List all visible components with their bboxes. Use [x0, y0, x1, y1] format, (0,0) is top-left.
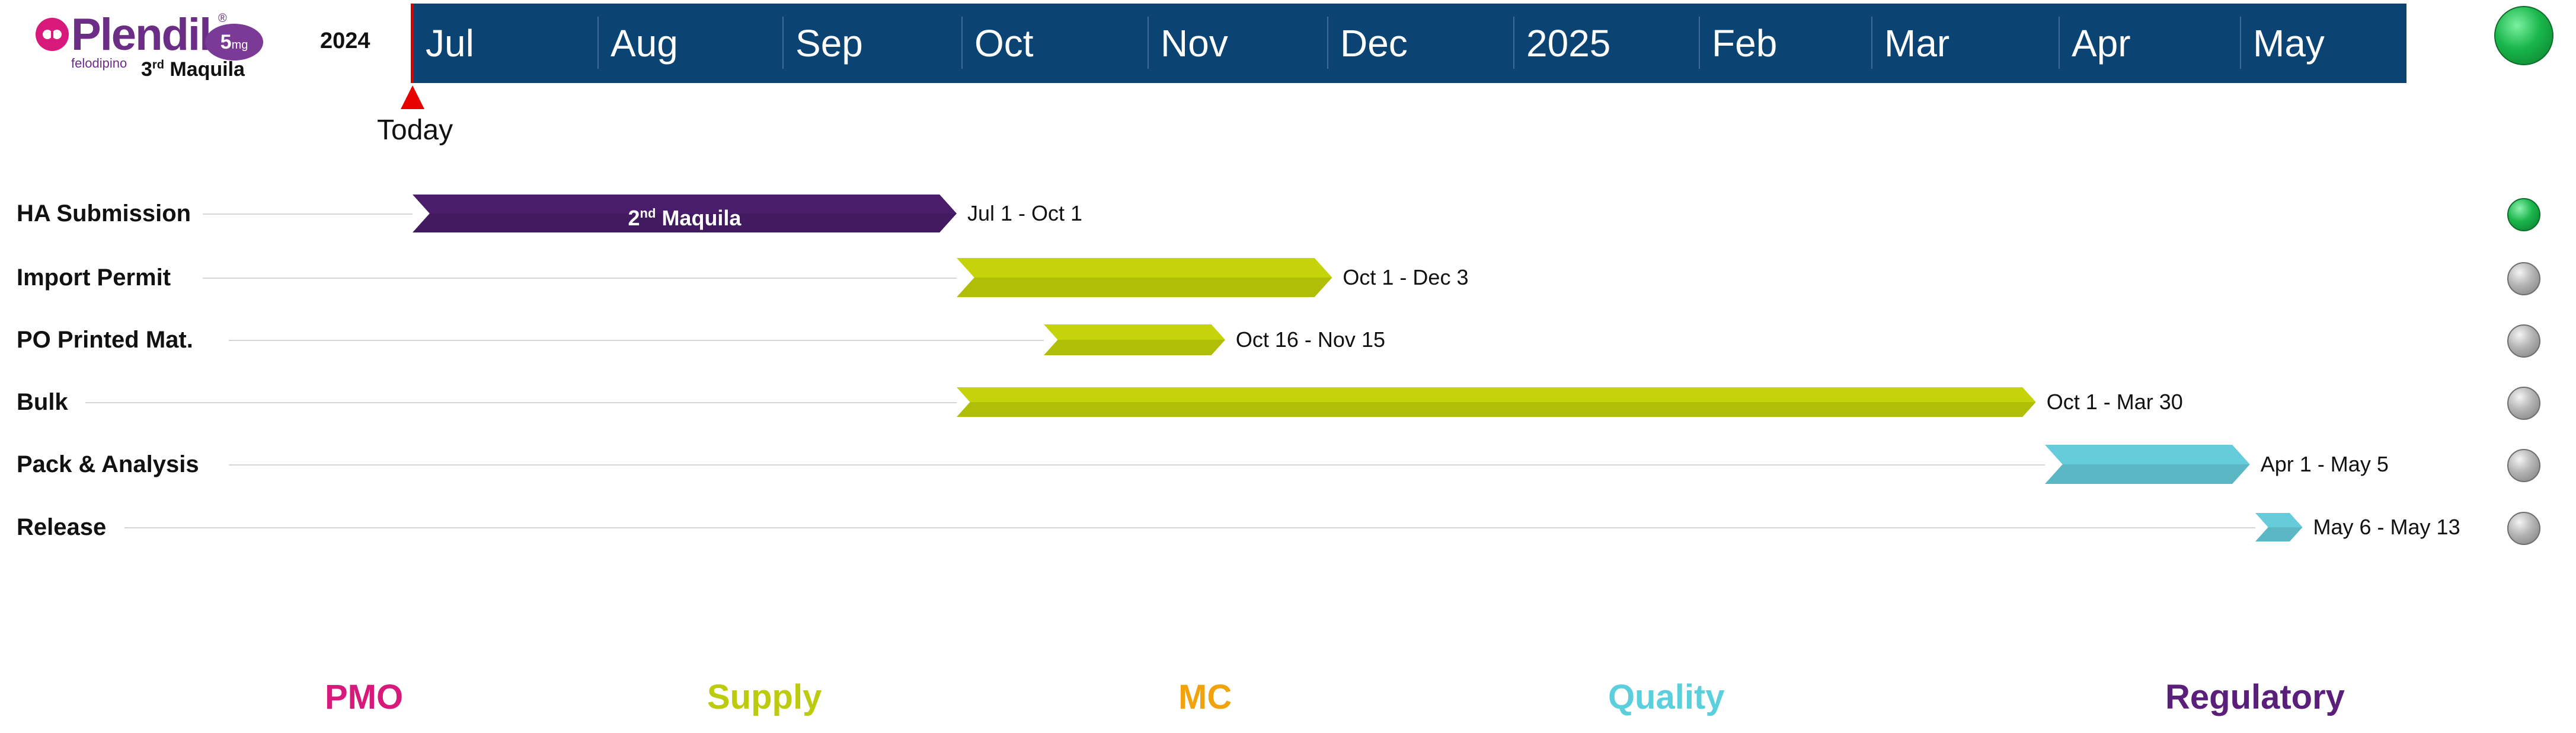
task-date-range: Oct 1 - Mar 30 — [2046, 390, 2183, 414]
month-separator — [2240, 17, 2241, 69]
month-separator — [1513, 17, 1514, 69]
month-separator — [961, 17, 963, 69]
task-bar[interactable] — [957, 387, 2036, 417]
task-bar[interactable] — [1043, 324, 1225, 355]
task-bar[interactable]: 2nd Maquila — [413, 195, 957, 232]
task-status-indicator — [2507, 324, 2540, 358]
month-label: 2025 — [1526, 22, 1611, 65]
legend-item-quality: Quality — [1608, 678, 1725, 716]
task-status-indicator — [2507, 198, 2540, 231]
month-separator — [1148, 17, 1149, 69]
dose-badge: 5mg — [205, 24, 263, 60]
task-date-range: Apr 1 - May 5 — [2260, 452, 2389, 476]
task-label: PO Printed Mat. — [17, 327, 193, 353]
task-label: HA Submission — [17, 200, 191, 227]
today-label: Today — [377, 114, 453, 146]
row-guide-line — [229, 340, 1044, 341]
brand-mark-icon — [36, 18, 69, 51]
month-separator — [1699, 17, 1700, 69]
task-bar-chevron — [1043, 324, 1225, 355]
task-bar-chevron — [957, 258, 1332, 297]
maquila-label: 3rd Maquila — [141, 58, 245, 81]
task-bar[interactable] — [957, 258, 1332, 297]
task-bar-chevron — [957, 387, 2036, 417]
bar-label-word: Maquila — [656, 206, 742, 230]
month-label: Nov — [1161, 22, 1228, 65]
legend-item-supply: Supply — [707, 678, 822, 716]
month-label: Mar — [1884, 22, 1950, 65]
month-timeline-band: Jul Aug Sep Oct Nov Dec 2025 Feb Mar Apr May — [413, 4, 2406, 83]
month-separator — [2059, 17, 2060, 69]
today-arrow-icon — [401, 85, 424, 109]
task-bar-chevron — [2045, 445, 2250, 484]
logo-registered-mark: ® — [218, 12, 227, 25]
task-status-indicator — [2507, 449, 2540, 482]
overall-status-indicator — [2494, 6, 2553, 65]
legend-item-pmo: PMO — [325, 678, 404, 716]
dose-value: 5 — [220, 31, 232, 53]
task-date-range: May 6 - May 13 — [2313, 515, 2460, 539]
month-separator — [1871, 17, 1872, 69]
year-label: 2024 — [320, 28, 370, 53]
month-label: Aug — [611, 22, 678, 65]
month-label: Feb — [1712, 22, 1778, 65]
task-label: Pack & Analysis — [17, 451, 199, 477]
month-label: May — [2253, 22, 2325, 65]
month-label: Apr — [2072, 22, 2131, 65]
row-guide-line — [203, 213, 413, 215]
task-bar[interactable] — [2255, 513, 2303, 541]
task-date-range: Jul 1 - Oct 1 — [967, 201, 1083, 225]
today-marker-line — [411, 4, 414, 83]
task-label: Import Permit — [17, 264, 171, 291]
bar-label-number: 2 — [628, 206, 640, 230]
maquila-number: 3 — [141, 58, 152, 81]
task-date-range: Oct 16 - Nov 15 — [1235, 327, 1385, 352]
task-label: Release — [17, 514, 107, 540]
task-status-indicator — [2507, 387, 2540, 420]
row-guide-line — [85, 402, 957, 403]
month-separator — [782, 17, 784, 69]
month-label: Sep — [795, 22, 863, 65]
maquila-word: Maquila — [170, 58, 245, 81]
month-separator — [597, 17, 599, 69]
maquila-suffix: rd — [152, 58, 164, 72]
month-separator — [1327, 17, 1328, 69]
month-label: Jul — [426, 22, 474, 65]
task-status-indicator — [2507, 262, 2540, 295]
row-guide-line — [203, 278, 957, 279]
row-guide-line — [124, 527, 2255, 528]
dose-unit: mg — [231, 39, 248, 52]
legend-item-regulatory: Regulatory — [2165, 678, 2345, 716]
task-bar[interactable] — [2045, 445, 2250, 484]
task-bar-label: 2nd Maquila — [413, 195, 957, 237]
bar-label-suffix: nd — [640, 206, 656, 221]
task-date-range: Oct 1 - Dec 3 — [1343, 265, 1469, 289]
month-label: Oct — [974, 22, 1034, 65]
plendil-logo: Plendil ® 5mg felodipino 3rd Maquila — [30, 8, 273, 81]
logo-generic-name: felodipino — [71, 56, 127, 71]
task-bar-chevron — [2255, 513, 2303, 541]
month-label: Dec — [1340, 22, 1408, 65]
row-guide-line — [229, 464, 2045, 466]
logo-brand-name: Plendil — [71, 9, 212, 60]
legend-item-mc: MC — [1178, 678, 1232, 716]
task-status-indicator — [2507, 512, 2540, 545]
task-label: Bulk — [17, 389, 68, 415]
